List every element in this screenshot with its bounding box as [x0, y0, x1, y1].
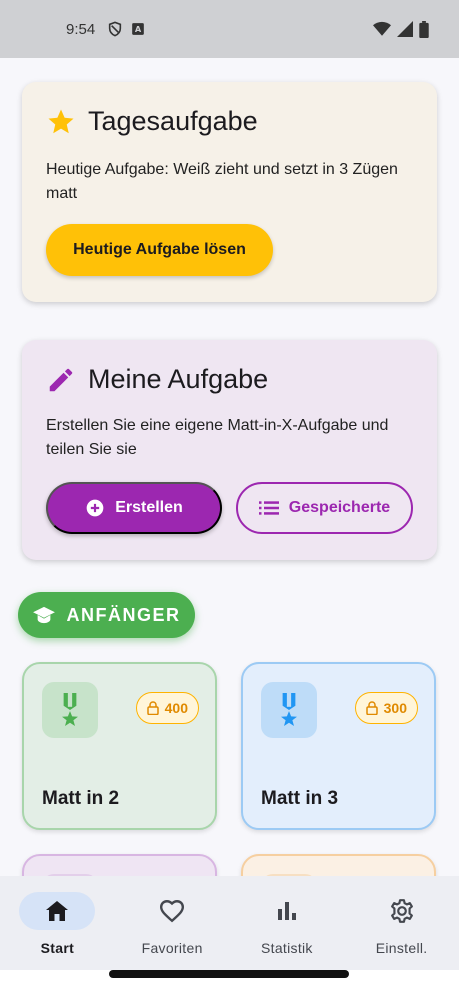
list-icon — [258, 501, 279, 515]
lock-value: 400 — [164, 700, 188, 716]
medal-icon — [62, 693, 78, 726]
daily-task-description: Heutige Aufgabe: Weiß zieht und setzt in… — [46, 161, 398, 202]
level-card-mate-in-2[interactable]: 400 Matt in 2 — [22, 662, 217, 830]
solve-daily-task-button[interactable]: Heutige Aufgabe lösen — [46, 224, 273, 276]
daily-task-title: Tagesaufgabe — [88, 106, 258, 136]
gear-icon — [390, 899, 413, 923]
my-task-description: Erstellen Sie eine eigene Matt-in-X-Aufg… — [46, 417, 389, 458]
daily-task-card: Tagesaufgabe Heutige Aufgabe: Weiß zieht… — [22, 82, 437, 302]
heart-icon — [160, 900, 185, 923]
bar-chart-icon — [277, 902, 296, 920]
nav-label: Start — [40, 940, 75, 956]
signal-icon — [397, 21, 413, 37]
nav-item-einstellungen[interactable]: Einstell. — [344, 876, 459, 970]
nav-label: Einstell. — [375, 940, 428, 956]
nav-label: Favoriten — [141, 940, 203, 956]
battery-icon — [419, 20, 429, 38]
gesture-area — [0, 970, 459, 998]
wifi-icon — [373, 21, 391, 36]
add-circle-icon — [86, 499, 104, 517]
saved-tasks-label: Gespeicherte — [288, 499, 391, 516]
create-task-button[interactable]: Erstellen — [46, 482, 222, 534]
nav-label: Statistik — [261, 940, 313, 956]
level-card-4[interactable] — [241, 854, 436, 876]
saved-tasks-button[interactable]: Gespeicherte — [236, 482, 413, 534]
a-notification-icon: A — [132, 23, 145, 35]
medal-box — [261, 682, 317, 738]
lock-badge: 300 — [354, 692, 418, 724]
level-name: Matt in 3 — [261, 788, 339, 809]
level-chip-label: ANFÄNGER — [66, 604, 181, 625]
lock-icon — [146, 701, 159, 715]
nav-item-statistik[interactable]: Statistik — [230, 876, 345, 970]
lock-icon — [365, 701, 378, 715]
gesture-handle[interactable] — [109, 970, 349, 978]
level-card-mate-in-3[interactable]: 300 Matt in 3 — [241, 662, 436, 830]
status-bar: 9:54 A — [0, 0, 459, 58]
bottom-nav: Start Favoriten Statistik Einstell. — [0, 876, 459, 970]
my-task-title: Meine Aufgabe — [88, 364, 269, 394]
shield-icon — [109, 21, 122, 37]
create-task-label: Erstellen — [115, 499, 183, 516]
level-chip-beginner[interactable]: ANFÄNGER — [18, 592, 195, 638]
pencil-icon — [49, 368, 73, 391]
home-icon — [46, 901, 69, 921]
my-task-card: Meine Aufgabe Erstellen Sie eine eigene … — [22, 340, 437, 560]
star-icon — [48, 109, 74, 133]
nav-item-start[interactable]: Start — [0, 876, 115, 970]
svg-text:A: A — [135, 24, 142, 34]
medal-box — [42, 682, 98, 738]
level-card-3[interactable] — [22, 854, 217, 876]
lock-badge: 400 — [135, 692, 199, 724]
nav-item-favoriten[interactable]: Favoriten — [115, 876, 230, 970]
level-name: Matt in 2 — [42, 788, 120, 809]
medal-icon — [281, 693, 297, 726]
status-time: 9:54 — [66, 20, 96, 38]
lock-value: 300 — [383, 700, 407, 716]
graduation-cap-icon — [32, 606, 55, 624]
main-content[interactable]: Tagesaufgabe Heutige Aufgabe: Weiß zieht… — [0, 58, 459, 876]
